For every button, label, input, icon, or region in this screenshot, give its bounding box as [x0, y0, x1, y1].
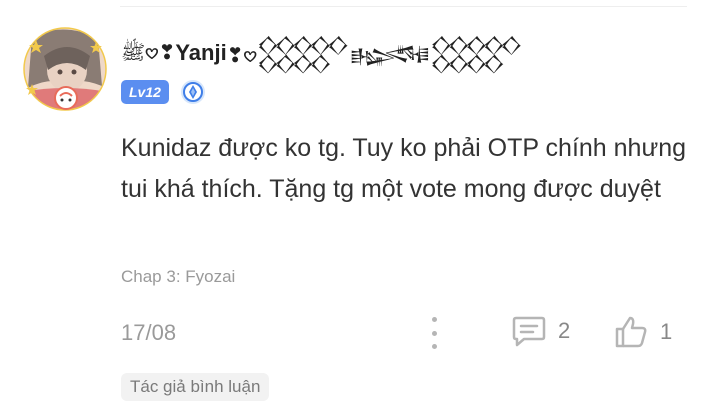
thumbs-up-icon	[615, 316, 647, 348]
more-options-button[interactable]	[424, 317, 444, 349]
top-divider	[120, 6, 687, 7]
like-count: 1	[660, 319, 673, 344]
username[interactable]: ﷺ𖹭❣ Yanji ❣𖹭𒐫𒈙𒐫	[121, 36, 523, 70]
comment-date: 17/08	[121, 320, 177, 345]
username-suffix: ❣𖹭𒐫𒈙𒐫	[226, 43, 523, 67]
vertical-dots-icon	[431, 317, 437, 322]
author-comment-tag: Tác giả bình luận	[121, 373, 270, 401]
username-prefix: ﷺ𖹭❣	[121, 39, 176, 64]
chapter-link[interactable]: Chap 3: Fyozai	[121, 267, 235, 287]
like-button[interactable]: 1	[614, 315, 672, 349]
avatar-image	[23, 27, 107, 111]
vertical-dots-icon-dot	[431, 330, 437, 336]
avatar[interactable]	[22, 26, 108, 112]
comment-icon	[512, 316, 546, 347]
rank-icon	[180, 80, 205, 104]
username-text: Yanji	[175, 40, 227, 65]
vertical-dots-icon-dot	[431, 344, 437, 349]
user-badges: Lv12	[121, 79, 206, 105]
level-badge: Lv12	[121, 80, 169, 104]
reply-button[interactable]: 2	[512, 315, 570, 347]
comment-text: Kunidaz được ko tg. Tuy ko phải OTP chín…	[121, 134, 687, 203]
reply-count: 2	[558, 318, 571, 343]
